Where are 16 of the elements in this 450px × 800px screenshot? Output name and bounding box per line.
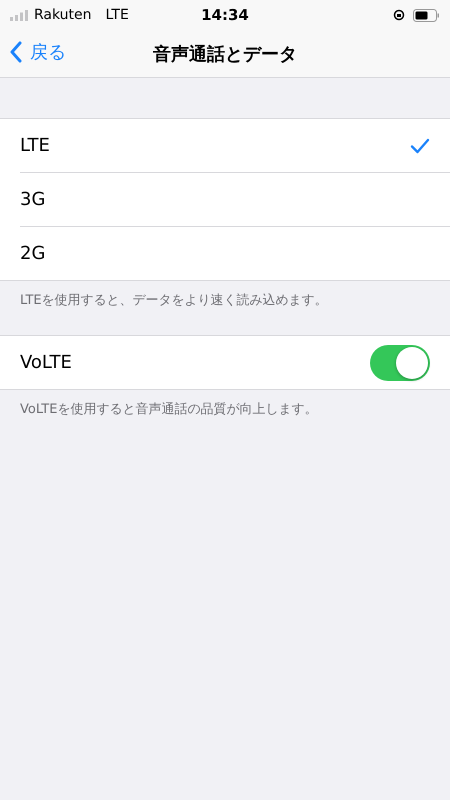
carrier-name: Rakuten — [34, 7, 92, 23]
battery-icon — [413, 8, 440, 22]
volte-toggle[interactable] — [370, 344, 430, 380]
volte-label: VoLTE — [20, 352, 72, 373]
network-option[interactable]: LTE — [20, 119, 450, 173]
footer-note: LTEを使用すると、データをより速く読み込めます。 — [19, 292, 329, 310]
network-type: LTE — [106, 7, 129, 23]
footer-note: VoLTEを使用すると音声通話の品質が向上します。 — [19, 401, 318, 419]
network-option[interactable]: 2G — [20, 227, 450, 280]
back-button[interactable]: 戻る — [10, 40, 66, 64]
clock-time: 14:34 — [201, 6, 249, 24]
back-chevron-icon — [10, 41, 22, 63]
network-option[interactable]: 3G — [20, 173, 450, 227]
nav-title: 音声通話とデータ — [153, 42, 297, 66]
signal-icon — [10, 10, 28, 20]
rotation-lock-icon — [393, 9, 405, 21]
